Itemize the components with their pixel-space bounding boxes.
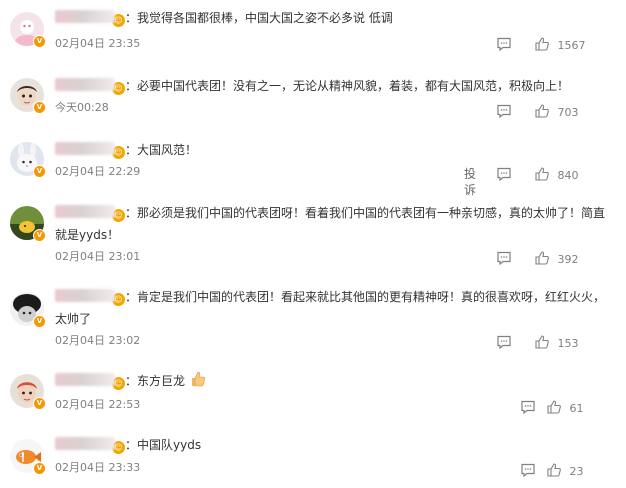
thumbs-up-icon	[535, 37, 549, 51]
thumbs-up-icon	[535, 167, 549, 181]
comment-time: 02月04日 23:33	[55, 461, 141, 474]
comment-time: 02月04日 23:01	[55, 250, 141, 263]
comment-text: ：东方巨龙	[125, 374, 186, 388]
username-blurred[interactable]	[55, 437, 115, 450]
comment-time: 02月04日 23:02	[55, 334, 141, 347]
verified-badge-icon: V	[33, 397, 46, 410]
comment-time: 今天00:28	[55, 101, 109, 114]
like-count: 703	[557, 106, 579, 119]
comment-icon[interactable]	[496, 166, 512, 182]
comment-text: ：我觉得各国都很棒，中国大国之姿不必多说 低调	[125, 11, 393, 25]
like-button[interactable]: 392	[534, 250, 604, 266]
comment-icon[interactable]	[520, 462, 536, 478]
comment-time: 02月04日 22:53	[55, 398, 141, 411]
comment-text: ：肯定是我们中国的代表团！看起来就比其他国的更有精神呀！真的很喜欢呀，红红火火，…	[55, 290, 606, 326]
thumbs-up-icon	[547, 400, 561, 414]
comment-time: 02月04日 22:29	[55, 165, 141, 178]
comment-icon[interactable]	[496, 250, 512, 266]
avatar[interactable]: V	[10, 292, 46, 328]
avatar[interactable]: V	[10, 12, 46, 48]
comment-time: 02月04日 23:35	[55, 37, 141, 50]
like-button[interactable]: 1567	[534, 36, 604, 52]
verified-badge-icon: V	[33, 462, 46, 475]
comment-icon[interactable]	[496, 103, 512, 119]
avatar[interactable]: V	[10, 78, 46, 114]
username-blurred[interactable]	[55, 78, 115, 91]
avatar[interactable]: V	[10, 206, 46, 242]
comment-icon[interactable]	[496, 334, 512, 350]
avatar[interactable]: V	[10, 439, 46, 475]
username-blurred[interactable]	[55, 205, 115, 218]
avatar[interactable]: V	[10, 142, 46, 178]
comment-feed: V ☺ ：我觉得各国都很棒，中国大国之姿不必多说 低调 02月04日 23:35 …	[0, 0, 626, 488]
like-button[interactable]: 61	[546, 399, 604, 415]
like-button[interactable]: 840	[534, 166, 604, 182]
username-blurred[interactable]	[55, 10, 115, 23]
thumbs-up-emoji	[191, 371, 205, 387]
verified-badge-icon: V	[33, 165, 46, 178]
report-button[interactable]: 投诉	[464, 166, 476, 197]
like-count: 153	[557, 337, 579, 350]
avatar[interactable]: V	[10, 374, 46, 410]
like-button[interactable]: 23	[546, 462, 604, 478]
comment-text: ：必要中国代表团！没有之一，无论从精神风貌，着装，都有大国风范，积极向上！	[125, 79, 570, 93]
like-count: 23	[569, 465, 584, 478]
thumbs-up-icon	[535, 335, 549, 349]
thumbs-up-icon	[535, 104, 549, 118]
username-blurred[interactable]	[55, 289, 115, 302]
verified-badge-icon: V	[33, 101, 46, 114]
thumbs-up-icon	[547, 463, 561, 477]
thumbs-up-icon	[535, 251, 549, 265]
comment-text: ：中国队yyds	[125, 438, 202, 452]
verified-badge-icon: V	[33, 229, 46, 242]
comment-icon[interactable]	[496, 36, 512, 52]
username-blurred[interactable]	[55, 373, 115, 386]
like-count: 840	[557, 169, 579, 182]
like-button[interactable]: 703	[534, 103, 604, 119]
like-count: 1567	[557, 39, 586, 52]
like-count: 61	[569, 402, 584, 415]
username-blurred[interactable]	[55, 142, 115, 155]
comment-icon[interactable]	[520, 399, 536, 415]
like-button[interactable]: 153	[534, 334, 604, 350]
comment-text: ：那必须是我们中国的代表团呀！看着我们中国的代表团有一种亲切感，真的太帅了！简直…	[55, 206, 606, 242]
like-count: 392	[557, 253, 579, 266]
verified-badge-icon: V	[33, 315, 46, 328]
comment-text: ：大国风范！	[125, 143, 198, 157]
verified-badge-icon: V	[33, 35, 46, 48]
